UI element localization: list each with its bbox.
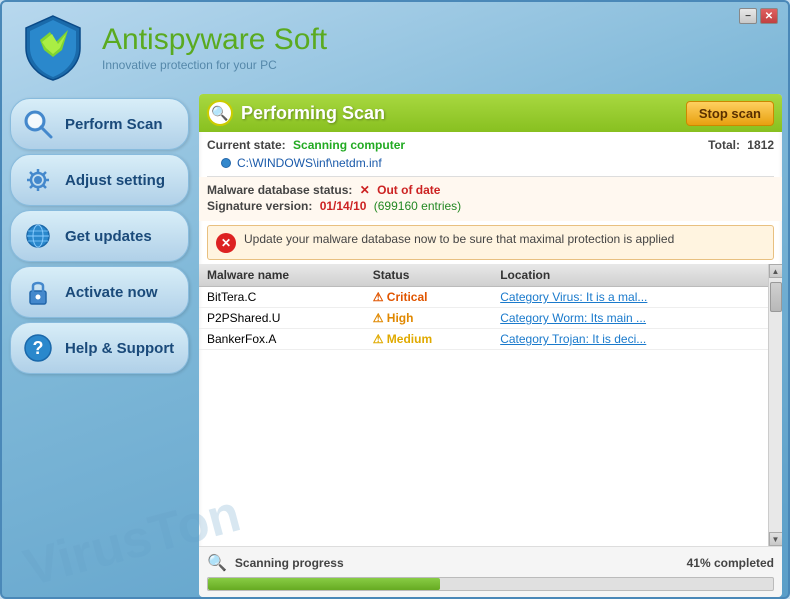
malware-table: Malware name Status Location BitTera.C ⚠… bbox=[199, 264, 768, 350]
lock-icon bbox=[21, 275, 55, 309]
db-status-value: Out of date bbox=[377, 183, 440, 197]
malware-table-wrapper: Malware name Status Location BitTera.C ⚠… bbox=[199, 264, 782, 546]
cell-malware-name: P2PShared.U bbox=[199, 308, 365, 329]
sig-version-line: Signature version: 01/14/10 (699160 entr… bbox=[207, 199, 774, 213]
title-bar: − ✕ bbox=[739, 8, 778, 24]
db-status-area: Malware database status: ✕ Out of date S… bbox=[199, 177, 782, 221]
scroll-down-button[interactable]: ▼ bbox=[769, 532, 783, 546]
total-info: Total: 1812 bbox=[708, 138, 774, 152]
scan-title: Performing Scan bbox=[241, 103, 678, 124]
progress-label-row: 🔍 Scanning progress 41% completed bbox=[207, 553, 774, 573]
table-row: P2PShared.U ⚠ High Category Worm: Its ma… bbox=[199, 308, 768, 329]
logo-shield bbox=[18, 12, 88, 82]
status-label: Current state: bbox=[207, 138, 286, 152]
cell-status: ⚠ Medium bbox=[365, 329, 493, 350]
warning-box: ✕ Update your malware database now to be… bbox=[207, 225, 774, 260]
get-updates-label: Get updates bbox=[65, 228, 152, 245]
adjust-setting-label: Adjust setting bbox=[65, 172, 165, 189]
file-row: C:\WINDOWS\inf\netdm.inf bbox=[199, 154, 782, 176]
sig-version: 01/14/10 bbox=[320, 199, 367, 213]
progress-label: Scanning progress bbox=[235, 556, 679, 570]
total-count: 1812 bbox=[747, 138, 774, 152]
progress-bar-fill bbox=[208, 578, 440, 590]
scan-search-icon: 🔍 bbox=[207, 100, 233, 126]
table-row: BitTera.C ⚠ Critical Category Virus: It … bbox=[199, 287, 768, 308]
cell-status: ⚠ High bbox=[365, 308, 493, 329]
status-value: Scanning computer bbox=[293, 138, 405, 152]
total-label: Total: bbox=[708, 138, 740, 152]
db-status-line: Malware database status: ✕ Out of date bbox=[207, 183, 774, 197]
warning-text: Update your malware database now to be s… bbox=[244, 232, 674, 246]
sidebar-item-perform-scan[interactable]: Perform Scan bbox=[10, 98, 189, 150]
stop-scan-button[interactable]: Stop scan bbox=[686, 101, 774, 126]
scroll-thumb[interactable] bbox=[770, 282, 782, 312]
sidebar: VirusTon Perform Scan bbox=[2, 90, 197, 599]
cell-malware-name: BankerFox.A bbox=[199, 329, 365, 350]
help-support-label: Help & Support bbox=[65, 340, 174, 357]
scan-header-bar: 🔍 Performing Scan Stop scan bbox=[199, 94, 782, 132]
cell-location[interactable]: Category Worm: Its main ... bbox=[492, 308, 768, 329]
table-row: BankerFox.A ⚠ Medium Category Trojan: It… bbox=[199, 329, 768, 350]
warning-icon: ✕ bbox=[216, 233, 236, 253]
status-row: Current state: Scanning computer Total: … bbox=[199, 132, 782, 154]
col-malware-name: Malware name bbox=[199, 264, 365, 287]
minimize-button[interactable]: − bbox=[739, 8, 757, 24]
scroll-up-button[interactable]: ▲ bbox=[769, 264, 783, 278]
svg-text:?: ? bbox=[33, 338, 44, 358]
sidebar-item-get-updates[interactable]: Get updates bbox=[10, 210, 189, 262]
table-header-row: Malware name Status Location bbox=[199, 264, 768, 287]
progress-bar-background bbox=[207, 577, 774, 591]
status-info: Current state: Scanning computer bbox=[207, 138, 405, 152]
sidebar-item-help-support[interactable]: ? Help & Support bbox=[10, 322, 189, 374]
magnifier-icon bbox=[21, 107, 55, 141]
col-status: Status bbox=[365, 264, 493, 287]
question-icon: ? bbox=[21, 331, 55, 365]
gear-icon bbox=[21, 163, 55, 197]
progress-percent: 41% completed bbox=[687, 556, 774, 570]
globe-icon bbox=[21, 219, 55, 253]
header-text: Antispyware Soft Innovative protection f… bbox=[102, 23, 327, 72]
db-entries: (699160 entries) bbox=[374, 199, 461, 213]
file-path: C:\WINDOWS\inf\netdm.inf bbox=[237, 156, 382, 170]
main-layout: VirusTon Perform Scan bbox=[2, 90, 788, 599]
col-location: Location bbox=[492, 264, 768, 287]
sidebar-item-activate-now[interactable]: Activate now bbox=[10, 266, 189, 318]
activate-now-label: Activate now bbox=[65, 284, 158, 301]
cell-location[interactable]: Category Virus: It is a mal... bbox=[492, 287, 768, 308]
progress-area: 🔍 Scanning progress 41% completed bbox=[199, 546, 782, 597]
content-panel: 🔍 Performing Scan Stop scan Current stat… bbox=[199, 94, 782, 597]
perform-scan-label: Perform Scan bbox=[65, 116, 163, 133]
close-button[interactable]: ✕ bbox=[760, 8, 778, 24]
app-subtitle: Innovative protection for your PC bbox=[102, 58, 327, 72]
app-window: − ✕ Antispyware Soft Innovative protecti… bbox=[0, 0, 790, 599]
x-mark: ✕ bbox=[360, 183, 370, 197]
sidebar-item-adjust-setting[interactable]: Adjust setting bbox=[10, 154, 189, 206]
app-header: Antispyware Soft Innovative protection f… bbox=[2, 2, 788, 90]
cell-malware-name: BitTera.C bbox=[199, 287, 365, 308]
progress-icon: 🔍 bbox=[207, 553, 227, 573]
cell-location[interactable]: Category Trojan: It is deci... bbox=[492, 329, 768, 350]
cell-status: ⚠ Critical bbox=[365, 287, 493, 308]
app-title: Antispyware Soft bbox=[102, 23, 327, 56]
scrollbar[interactable]: ▲ ▼ bbox=[768, 264, 782, 546]
file-dot-icon bbox=[221, 158, 231, 168]
